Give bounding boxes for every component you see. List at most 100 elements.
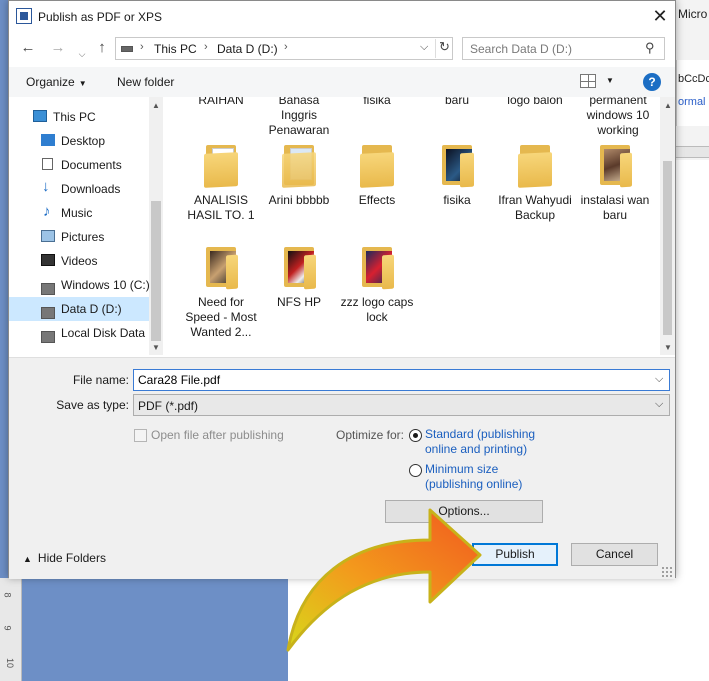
- organize-button[interactable]: Organize ▼: [26, 75, 87, 89]
- save-type-label: Save as type:: [56, 398, 129, 412]
- highlight-arrow-icon: [286, 508, 482, 652]
- standard-radio[interactable]: [409, 429, 422, 442]
- folder-icon: [280, 247, 318, 290]
- search-box[interactable]: ⚲: [462, 37, 665, 60]
- scroll-up-icon[interactable]: ▲: [664, 101, 672, 110]
- close-icon[interactable]: ✕: [649, 5, 671, 27]
- forward-arrow-icon[interactable]: →: [49, 38, 67, 58]
- back-arrow-icon[interactable]: ←: [19, 38, 37, 58]
- help-icon[interactable]: ?: [643, 73, 661, 91]
- sidebar-item-local-disk[interactable]: Local Disk Data (: [9, 321, 149, 345]
- folder-item[interactable]: Ifran Wahyudi Backup: [496, 145, 574, 223]
- folder-icon: [202, 145, 240, 188]
- breadcrumb-this-pc[interactable]: This PC: [154, 42, 197, 56]
- refresh-icon[interactable]: ↻: [435, 39, 453, 58]
- breadcrumb-separator: ›: [284, 41, 288, 53]
- folder-label: Ifran Wahyudi Backup: [498, 193, 572, 222]
- scrollbar-thumb[interactable]: [151, 201, 161, 341]
- sidebar-item-music[interactable]: Music: [9, 201, 149, 225]
- file-list-scrollbar[interactable]: ▲ ▼: [660, 97, 675, 355]
- folder-icon: [280, 145, 318, 188]
- sidebar-item-videos[interactable]: Videos: [9, 249, 149, 273]
- folder-label: Need for Speed - Most Wanted 2...: [185, 295, 257, 339]
- address-bar[interactable]: › This PC › Data D (D:) › ⌵ ↻: [115, 37, 453, 60]
- folder-item[interactable]: instalasi wan baru: [576, 145, 654, 223]
- folder-item[interactable]: logo balon: [496, 97, 574, 108]
- videos-icon: [41, 254, 55, 266]
- folder-icon: [202, 247, 240, 290]
- resize-grip-icon[interactable]: [661, 566, 673, 578]
- folder-item[interactable]: Bahasa Inggris Penawaran: [260, 97, 338, 138]
- optimize-for-label: Optimize for:: [336, 428, 405, 442]
- new-folder-button[interactable]: New folder: [117, 75, 174, 89]
- folder-item[interactable]: NFS HP: [260, 247, 338, 310]
- folder-label: instalasi wan baru: [580, 193, 650, 222]
- hide-folders-button[interactable]: ▲ Hide Folders: [23, 551, 106, 565]
- desktop-icon: [41, 134, 55, 146]
- navigation-pane: This PC Desktop Documents Downloads Musi…: [9, 97, 149, 355]
- sidebar-item-label: Pictures: [61, 230, 105, 244]
- music-icon: [42, 203, 56, 220]
- sidebar-item-downloads[interactable]: Downloads: [9, 177, 149, 201]
- scrollbar-thumb[interactable]: [663, 161, 672, 335]
- folder-item[interactable]: Arini bbbbb: [260, 145, 338, 208]
- folder-item[interactable]: zzz logo caps lock: [338, 247, 416, 325]
- navigation-scrollbar[interactable]: ▲ ▼: [149, 97, 163, 355]
- save-type-select[interactable]: PDF (*.pdf) ⌵: [133, 394, 670, 416]
- sidebar-item-data-d[interactable]: Data D (D:): [9, 297, 149, 321]
- drive-icon: [41, 283, 55, 295]
- folder-label: fisika: [443, 193, 471, 207]
- sidebar-item-desktop[interactable]: Desktop: [9, 129, 149, 153]
- horizontal-ruler: [676, 146, 709, 158]
- breadcrumb-separator: ›: [204, 41, 208, 53]
- up-arrow-icon[interactable]: ↑: [93, 38, 111, 58]
- folder-item[interactable]: fisika: [418, 145, 496, 208]
- dialog-title: Publish as PDF or XPS: [38, 10, 163, 24]
- open-after-checkbox[interactable]: [134, 429, 147, 442]
- search-input[interactable]: [463, 38, 643, 59]
- sidebar-item-documents[interactable]: Documents: [9, 153, 149, 177]
- scroll-down-icon[interactable]: ▼: [152, 343, 160, 352]
- sidebar-item-label: Windows 10 (C:): [61, 278, 149, 292]
- style-preview-1: bCcDc: [678, 73, 709, 85]
- folder-item[interactable]: ANALISIS HASIL TO. 1: [182, 145, 260, 223]
- sidebar-item-windows-c[interactable]: Windows 10 (C:): [9, 273, 149, 297]
- ruler-mark: 10: [5, 657, 16, 669]
- file-name-input[interactable]: [134, 370, 649, 390]
- view-options-icon[interactable]: [580, 74, 596, 88]
- sidebar-item-label: Local Disk Data (: [61, 326, 149, 340]
- sidebar-item-label: Videos: [61, 254, 98, 268]
- folder-item[interactable]: Need for Speed - Most Wanted 2...: [182, 247, 260, 340]
- scroll-up-icon[interactable]: ▲: [152, 101, 160, 110]
- folder-item[interactable]: baru: [418, 97, 496, 108]
- breadcrumb-data-d[interactable]: Data D (D:): [217, 42, 278, 56]
- folder-label: fisika: [363, 97, 391, 107]
- sidebar-item-pictures[interactable]: Pictures: [9, 225, 149, 249]
- search-icon[interactable]: ⚲: [645, 40, 655, 56]
- cancel-button[interactable]: Cancel: [571, 543, 658, 566]
- scroll-down-icon[interactable]: ▼: [664, 343, 672, 352]
- navigation-bar: ← → ⌵ ↑ › This PC › Data D (D:) › ⌵ ↻ ⚲: [9, 34, 675, 64]
- folder-item[interactable]: permanent windows 10 working: [576, 97, 660, 138]
- folder-item[interactable]: fisika: [338, 97, 416, 108]
- folder-item[interactable]: RAIHAN: [182, 97, 260, 108]
- chevron-down-icon[interactable]: ⌵: [655, 398, 663, 411]
- file-name-field[interactable]: ⌵: [133, 369, 670, 391]
- computer-icon: [33, 110, 47, 122]
- address-dropdown-icon[interactable]: ⌵: [420, 41, 428, 54]
- file-list: RAIHAN Bahasa Inggris Penawaran fisika b…: [164, 97, 660, 355]
- sidebar-item-label: Documents: [61, 158, 122, 172]
- downloads-icon: [42, 178, 56, 195]
- chevron-down-icon[interactable]: ⌵: [655, 373, 663, 386]
- breadcrumb-separator: ›: [140, 41, 144, 53]
- sidebar-item-label: Music: [61, 206, 93, 220]
- style-gallery: [676, 60, 709, 126]
- standard-option-label[interactable]: Standard (publishing online and printing…: [425, 427, 555, 457]
- sidebar-item-label: Desktop: [61, 134, 106, 148]
- sidebar-item-this-pc[interactable]: This PC: [9, 105, 149, 129]
- document-background: [22, 578, 288, 681]
- sidebar-item-label: Downloads: [61, 182, 121, 196]
- folder-item[interactable]: Effects: [338, 145, 416, 208]
- caret-down-icon[interactable]: ▼: [606, 76, 614, 85]
- ruler-mark: 9: [2, 625, 13, 631]
